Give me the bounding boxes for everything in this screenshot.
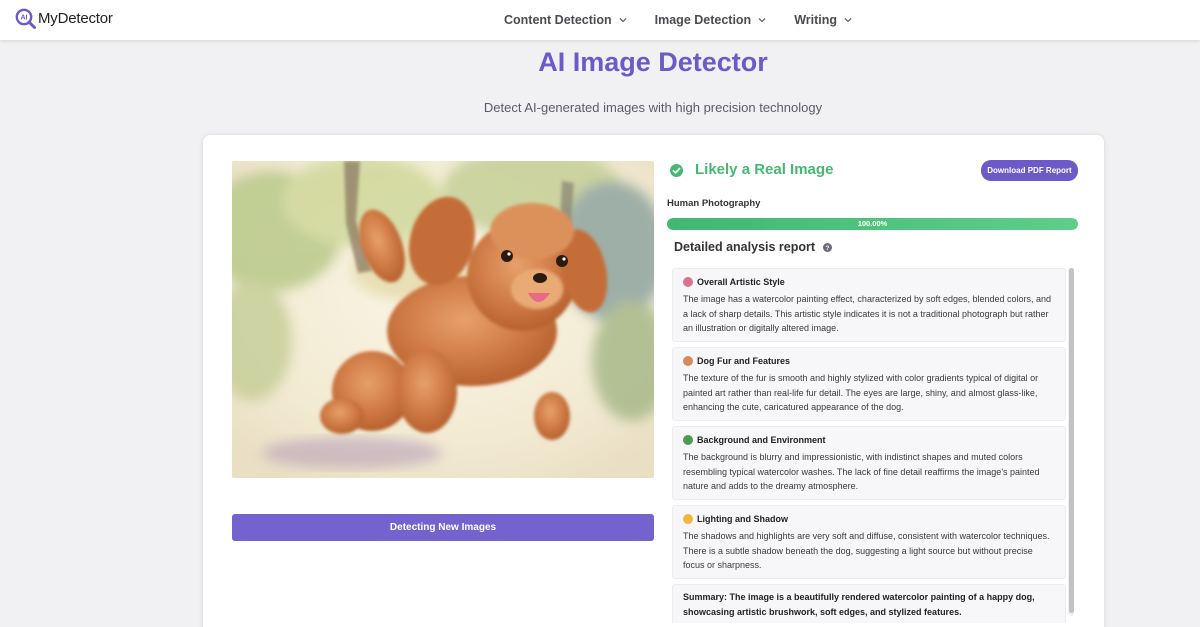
category-label: Human Photography <box>667 198 761 209</box>
section-title-label: Overall Artistic Style <box>697 277 785 287</box>
section-body: The image has a watercolor painting effe… <box>683 294 1052 334</box>
help-icon[interactable]: ? <box>823 242 833 252</box>
section-body: The background is blurry and impressioni… <box>683 452 1040 492</box>
section-title-label: Lighting and Shadow <box>697 514 788 524</box>
menu-writing[interactable]: Writing <box>794 13 852 27</box>
verdict-text: Likely a Real Image <box>695 161 834 178</box>
check-circle-icon <box>670 164 683 177</box>
menu-image-detection[interactable]: Image Detection <box>655 13 767 27</box>
detect-new-images-button[interactable]: Detecting New Images <box>232 514 654 541</box>
section-body: The shadows and highlights are very soft… <box>683 531 1050 571</box>
top-nav: AI MyDetector Content Detection Image De… <box>0 0 1200 40</box>
report-section: Overall Artistic Style The image has a w… <box>672 268 1066 342</box>
svg-text:AI: AI <box>21 15 28 22</box>
logo-magnifier-icon: AI <box>15 8 36 29</box>
section-title: Lighting and Shadow <box>683 512 1055 526</box>
section-title: Background and Environment <box>683 433 1055 447</box>
section-body: The texture of the fur is smooth and hig… <box>683 373 1039 413</box>
report-section: Dog Fur and Features The texture of the … <box>672 347 1066 421</box>
tree-icon <box>683 435 693 445</box>
dog-watercolor-image <box>232 161 654 478</box>
menu-label: Writing <box>794 13 838 27</box>
menu-content-detection[interactable]: Content Detection <box>504 13 627 27</box>
page-subtitle: Detect AI-generated images with high pre… <box>483 100 823 115</box>
report-heading: Detailed analysis report ? <box>674 240 833 254</box>
report-scrollbar-thumb[interactable] <box>1069 268 1074 613</box>
report-heading-label: Detailed analysis report <box>674 240 816 254</box>
download-pdf-button[interactable]: Download PDF Report <box>981 160 1078 181</box>
menu-label: Image Detection <box>654 13 752 27</box>
chevron-down-icon <box>844 18 852 23</box>
chevron-down-icon <box>758 18 766 23</box>
page-title: AI Image Detector <box>538 47 768 77</box>
chevron-down-icon <box>619 18 627 23</box>
summary-section: Summary: The image is a beautifully rend… <box>672 584 1066 623</box>
section-title-label: Background and Environment <box>697 435 826 445</box>
section-title-label: Dog Fur and Features <box>697 356 791 366</box>
section-title: Overall Artistic Style <box>683 275 1055 289</box>
logo-text: MyDetector <box>38 10 113 27</box>
sun-icon <box>683 514 693 524</box>
dog-icon <box>683 356 693 366</box>
report-section: Background and Environment The backgroun… <box>672 426 1066 500</box>
summary-text: Summary: The image is a beautifully rend… <box>683 592 1035 617</box>
palette-icon <box>683 277 693 287</box>
analysis-report-list[interactable]: Overall Artistic Style The image has a w… <box>672 268 1074 623</box>
confidence-text: 100.00% <box>857 219 888 228</box>
menu-label: Content Detection <box>504 13 612 27</box>
main-menu: Content Detection Image Detection Writin… <box>504 0 880 40</box>
logo[interactable]: AI MyDetector <box>15 8 113 29</box>
section-title: Dog Fur and Features <box>683 354 1055 368</box>
analyzed-image <box>232 161 654 478</box>
report-section: Lighting and Shadow The shadows and high… <box>672 505 1066 579</box>
svg-text:?: ? <box>826 245 830 252</box>
